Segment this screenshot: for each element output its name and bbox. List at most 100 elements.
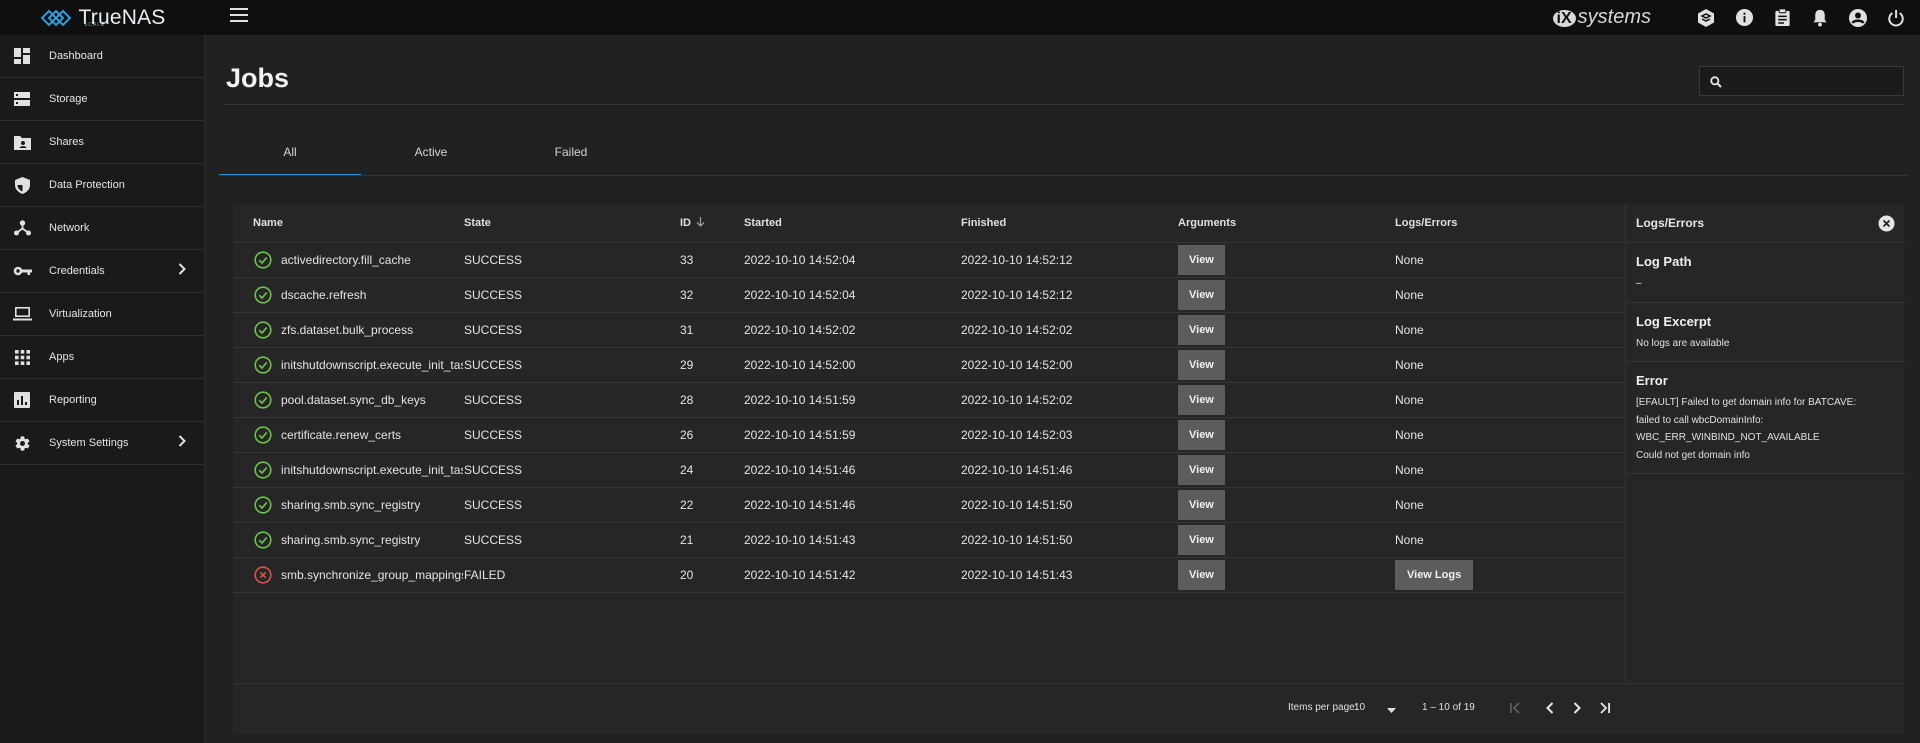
sidebar-item-network[interactable]: Network [0,207,204,250]
view-arguments-button[interactable]: View [1178,280,1225,310]
account-icon [1849,8,1867,27]
job-finished: 2022-10-10 14:52:02 [961,393,1073,407]
logs-value: None [1395,323,1424,337]
arguments-cell: View [1178,560,1395,590]
view-arguments-button[interactable]: View [1178,455,1225,485]
job-id: 26 [680,428,694,442]
job-id: 31 [680,323,694,337]
sidebar-item-credentials[interactable]: Credentials [0,250,204,293]
view-arguments-button[interactable]: View [1178,385,1225,415]
search-field[interactable] [1699,66,1904,97]
help-button[interactable] [1725,0,1763,35]
job-name: pool.dataset.sync_db_keys [281,393,426,407]
job-state: SUCCESS [464,463,523,477]
page-size-select[interactable]: 10 [1354,702,1365,713]
arguments-cell: View [1178,315,1395,345]
tab-active[interactable]: Active [361,138,501,176]
job-finished: 2022-10-10 14:52:12 [961,288,1073,302]
view-arguments-button[interactable]: View [1178,315,1225,345]
table-row[interactable]: certificate.renew_certs SUCCESS 26 2022-10-… [233,418,1624,453]
logs-value: None [1395,288,1424,302]
menu-toggle-button[interactable] [230,8,248,27]
view-arguments-button[interactable]: View [1178,525,1225,555]
sidebar-item-dashboard[interactable]: Dashboard [0,35,204,78]
table-row[interactable]: sharing.smb.sync_registry SUCCESS 22 2022-1… [233,488,1624,523]
sidebar-item-virtualization[interactable]: Virtualization [0,293,204,336]
sidebar-item-system-settings[interactable]: System Settings [0,422,204,465]
view-arguments-button[interactable]: View [1178,420,1225,450]
search-icon [1710,75,1722,93]
success-check-icon [254,391,272,409]
logs-cell: None [1395,428,1611,442]
error-line: WBC_ERR_WINBIND_NOT_AVAILABLE [1636,432,1820,443]
job-id: 20 [680,568,694,582]
table-row[interactable]: smb.synchronize_group_mappings FAILED 20 20… [233,558,1624,593]
header-id[interactable]: ID [680,217,744,229]
items-per-page-label: Items per page: [1288,702,1358,713]
table-row[interactable]: dscache.refresh SUCCESS 32 2022-10-10 14:52… [233,278,1624,313]
truecommand-button[interactable] [1687,0,1725,35]
job-name: sharing.smb.sync_registry [281,498,421,512]
job-finished: 2022-10-10 14:52:00 [961,358,1073,372]
chevron-right-icon [1573,702,1581,714]
table-row[interactable]: pool.dataset.sync_db_keys SUCCESS 28 2022-1… [233,383,1624,418]
logs-panel-header: Logs/Errors [1626,204,1905,243]
sidebar-item-label: Network [49,222,90,234]
sidebar-item-apps[interactable]: Apps [0,336,204,379]
search-input[interactable] [1732,67,1896,97]
last-page-button[interactable] [1592,695,1618,721]
power-icon [1888,9,1904,26]
next-page-button[interactable] [1564,695,1590,721]
header-started[interactable]: Started [744,217,961,229]
header-logs-errors[interactable]: Logs/Errors [1395,217,1611,229]
job-state: SUCCESS [464,358,523,372]
dropdown-arrow-icon[interactable] [1387,705,1396,716]
success-check-icon [254,321,272,339]
view-arguments-button[interactable]: View [1178,560,1225,590]
logs-panel-title: Logs/Errors [1636,216,1705,230]
sidebar-item-storage[interactable]: Storage [0,78,204,121]
job-started: 2022-10-10 14:52:04 [744,288,856,302]
logs-value: None [1395,498,1424,512]
sidebar-item-label: Shares [49,136,84,148]
previous-page-button[interactable] [1536,695,1562,721]
arguments-cell: View [1178,350,1395,380]
view-arguments-button[interactable]: View [1178,245,1225,275]
sidebar-item-shares[interactable]: Shares [0,121,204,164]
tab-all[interactable]: All [219,138,361,176]
logs-cell: None [1395,463,1611,477]
sidebar-item-data-protection[interactable]: Data Protection [0,164,204,207]
view-arguments-button[interactable]: View [1178,490,1225,520]
table-row[interactable]: initshutdownscript.execute_init_tasks SUC… [233,348,1624,383]
header-finished[interactable]: Finished [961,217,1178,229]
first-page-button[interactable] [1502,695,1528,721]
truenas-logo-icon [40,9,71,26]
table-row[interactable]: sharing.smb.sync_registry SUCCESS 21 2022-1… [233,523,1624,558]
view-logs-button[interactable]: View Logs [1395,560,1474,590]
alerts-button[interactable] [1801,0,1839,35]
tab-failed[interactable]: Failed [501,138,641,176]
laptop-icon [12,304,32,324]
job-name: dscache.refresh [281,288,367,302]
jobs-button[interactable] [1763,0,1801,35]
success-check-icon [254,286,272,304]
header-state[interactable]: State [463,217,680,229]
header-id-label: ID [680,217,691,229]
table-row[interactable]: initshutdownscript.execute_init_tasks SUC… [233,453,1624,488]
sidebar-item-reporting[interactable]: Reporting [0,379,204,422]
header-name[interactable]: Name [233,217,463,229]
shares-icon [12,132,32,152]
view-arguments-button[interactable]: View [1178,350,1225,380]
power-button[interactable] [1877,0,1915,35]
table-row[interactable]: zfs.dataset.bulk_process SUCCESS 31 2022-10… [233,313,1624,348]
logs-cell: None [1395,253,1611,267]
ixsystems-logo[interactable]: iX systems [1552,6,1651,29]
job-finished: 2022-10-10 14:52:03 [961,428,1073,442]
sidebar: Dashboard Storage Shares Data Protection… [0,35,205,743]
header-arguments[interactable]: Arguments [1178,217,1395,229]
close-panel-button[interactable] [1878,215,1895,232]
table-row[interactable]: activedirectory.fill_cache SUCCESS 33 2022-… [233,243,1624,278]
account-button[interactable] [1839,0,1877,35]
logs-value: None [1395,533,1424,547]
logs-value: None [1395,358,1424,372]
